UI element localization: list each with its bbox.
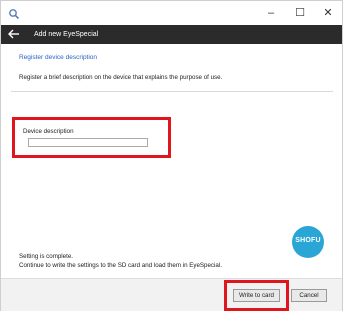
device-description-input[interactable]	[28, 138, 148, 147]
title-bar: – ☐ ✕	[1, 1, 342, 25]
section-description: Register a brief description on the devi…	[19, 74, 223, 81]
close-button[interactable]: ✕	[314, 4, 342, 22]
status-instruction: Continue to write the settings to the SD…	[19, 262, 222, 269]
arrow-left-icon[interactable]	[7, 27, 21, 41]
minimize-button[interactable]: –	[257, 4, 285, 22]
logo-text: SHOFU	[295, 237, 321, 244]
page-title: Add new EyeSpecial	[34, 31, 99, 38]
device-description-label: Device description	[23, 128, 74, 135]
shofu-logo: SHOFU	[292, 226, 324, 258]
app-window: – ☐ ✕ Add new EyeSpecial Register device…	[0, 0, 343, 311]
search-icon	[8, 7, 20, 20]
header-bar: Add new EyeSpecial	[1, 25, 342, 44]
divider	[11, 91, 333, 92]
write-to-card-button[interactable]: Write to card	[233, 289, 280, 302]
cancel-button[interactable]: Cancel	[291, 289, 327, 302]
maximize-button[interactable]: ☐	[286, 4, 314, 22]
section-title: Register device description	[19, 54, 98, 61]
status-message: Setting is complete.	[19, 253, 73, 260]
